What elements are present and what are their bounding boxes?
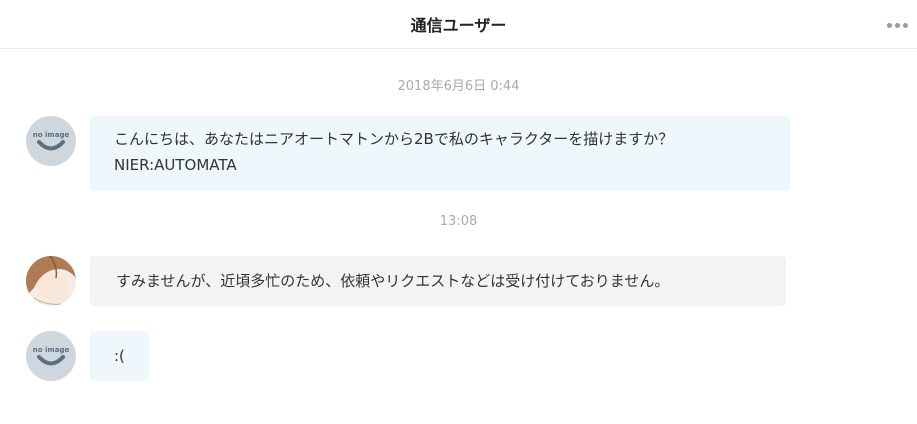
message-text: :(: [114, 347, 125, 365]
message-text: すみませんが、近頃多忙のため、依頼やリクエストなどは受け付けておりません。: [116, 272, 670, 290]
dot: [895, 22, 900, 28]
no-image-avatar-icon: no image: [33, 131, 70, 151]
no-image-avatar-icon: no image: [33, 346, 70, 366]
dot: [903, 22, 908, 28]
message-bubble: すみませんが、近頃多忙のため、依頼やリクエストなどは受け付けておりません。: [90, 256, 786, 306]
message-bubble: こんにちは、あなたはニアオートマトンから2Bで私のキャラクターを描けますか？ N…: [90, 116, 790, 191]
avatar[interactable]: [26, 256, 76, 306]
timestamp: 2018年6月6日 0:44: [397, 79, 520, 94]
avatar[interactable]: no image: [26, 116, 76, 166]
message-bubble: :(: [90, 331, 149, 381]
avatar[interactable]: no image: [26, 331, 76, 381]
message-text: こんにちは、あなたはニアオートマトンから2Bで私のキャラクターを描けますか？: [114, 130, 674, 148]
page-title: 通信ユーザー: [410, 16, 507, 35]
avatar-text: no image: [33, 131, 70, 139]
anime-character-avatar-icon: [26, 256, 76, 306]
dot: [887, 22, 892, 28]
chat-header: 通信ユーザー: [0, 0, 917, 49]
message-text: NIER:AUTOMATA: [114, 156, 237, 174]
more-options-icon[interactable]: [887, 20, 909, 30]
timestamp: 13:08: [439, 214, 478, 229]
avatar-text: no image: [33, 346, 70, 354]
